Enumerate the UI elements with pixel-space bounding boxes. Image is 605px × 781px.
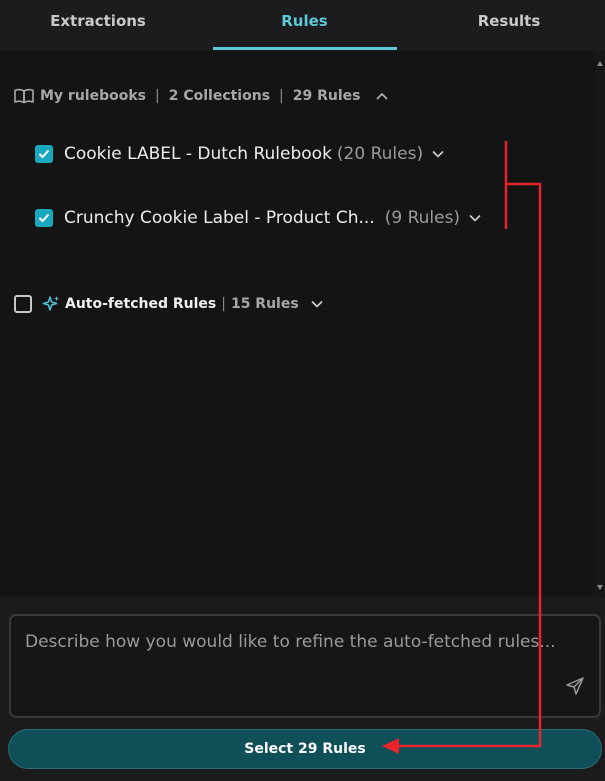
- auto-fetched-label: Auto-fetched Rules: [65, 296, 217, 312]
- rules-count: 29 Rules: [292, 88, 361, 104]
- auto-fetched-checkbox[interactable]: [14, 295, 32, 313]
- tab-label: Results: [477, 12, 541, 30]
- rulebook-item[interactable]: Crunchy Cookie Label - Product Ch... (9 …: [35, 205, 481, 231]
- rulebook-rule-count: (20 Rules): [336, 144, 424, 164]
- book-icon: [14, 88, 34, 104]
- rulebooks-title: My rulebooks: [40, 88, 146, 104]
- separator: |: [279, 88, 284, 104]
- refine-rules-input[interactable]: [23, 630, 587, 674]
- auto-fetched-count: 15 Rules: [230, 296, 299, 312]
- sparkle-icon: [42, 295, 60, 313]
- rulebook-item[interactable]: Cookie LABEL - Dutch Rulebook (20 Rules): [35, 141, 444, 167]
- rulebook-rule-count: (9 Rules): [384, 208, 461, 228]
- tab-label: Extractions: [50, 12, 146, 30]
- refine-box: [9, 614, 601, 718]
- auto-fetched-rules-row[interactable]: Auto-fetched Rules | 15 Rules: [14, 291, 323, 317]
- separator: |: [221, 296, 226, 312]
- rulebooks-header[interactable]: My rulebooks | 2 Collections | 29 Rules: [14, 85, 389, 107]
- rulebook-name: Cookie LABEL - Dutch Rulebook: [64, 144, 332, 164]
- chevron-down-icon[interactable]: [432, 150, 444, 158]
- scroll-up-arrow-icon[interactable]: [597, 61, 603, 66]
- tab-results[interactable]: Results: [413, 0, 605, 51]
- rules-panel: Extractions Rules Results My rulebooks |…: [0, 0, 605, 781]
- chevron-up-icon[interactable]: [376, 92, 389, 100]
- tab-label: Rules: [281, 12, 328, 30]
- rulebook-checkbox[interactable]: [35, 145, 53, 163]
- scroll-down-arrow-icon[interactable]: [597, 585, 603, 590]
- tab-bar: Extractions Rules Results: [0, 0, 605, 51]
- check-icon: [38, 213, 50, 223]
- separator: |: [155, 88, 160, 104]
- check-icon: [38, 149, 50, 159]
- tab-rules[interactable]: Rules: [196, 0, 413, 51]
- select-rules-button[interactable]: Select 29 Rules: [8, 729, 602, 769]
- chevron-down-icon[interactable]: [311, 300, 323, 308]
- rulebook-name: Crunchy Cookie Label - Product Ch...: [64, 208, 375, 228]
- send-icon[interactable]: [565, 676, 585, 696]
- chevron-down-icon[interactable]: [469, 214, 481, 222]
- collections-count: 2 Collections: [168, 88, 271, 104]
- rulebook-checkbox[interactable]: [35, 209, 53, 227]
- tab-extractions[interactable]: Extractions: [0, 0, 196, 51]
- scrollbar[interactable]: [596, 51, 605, 596]
